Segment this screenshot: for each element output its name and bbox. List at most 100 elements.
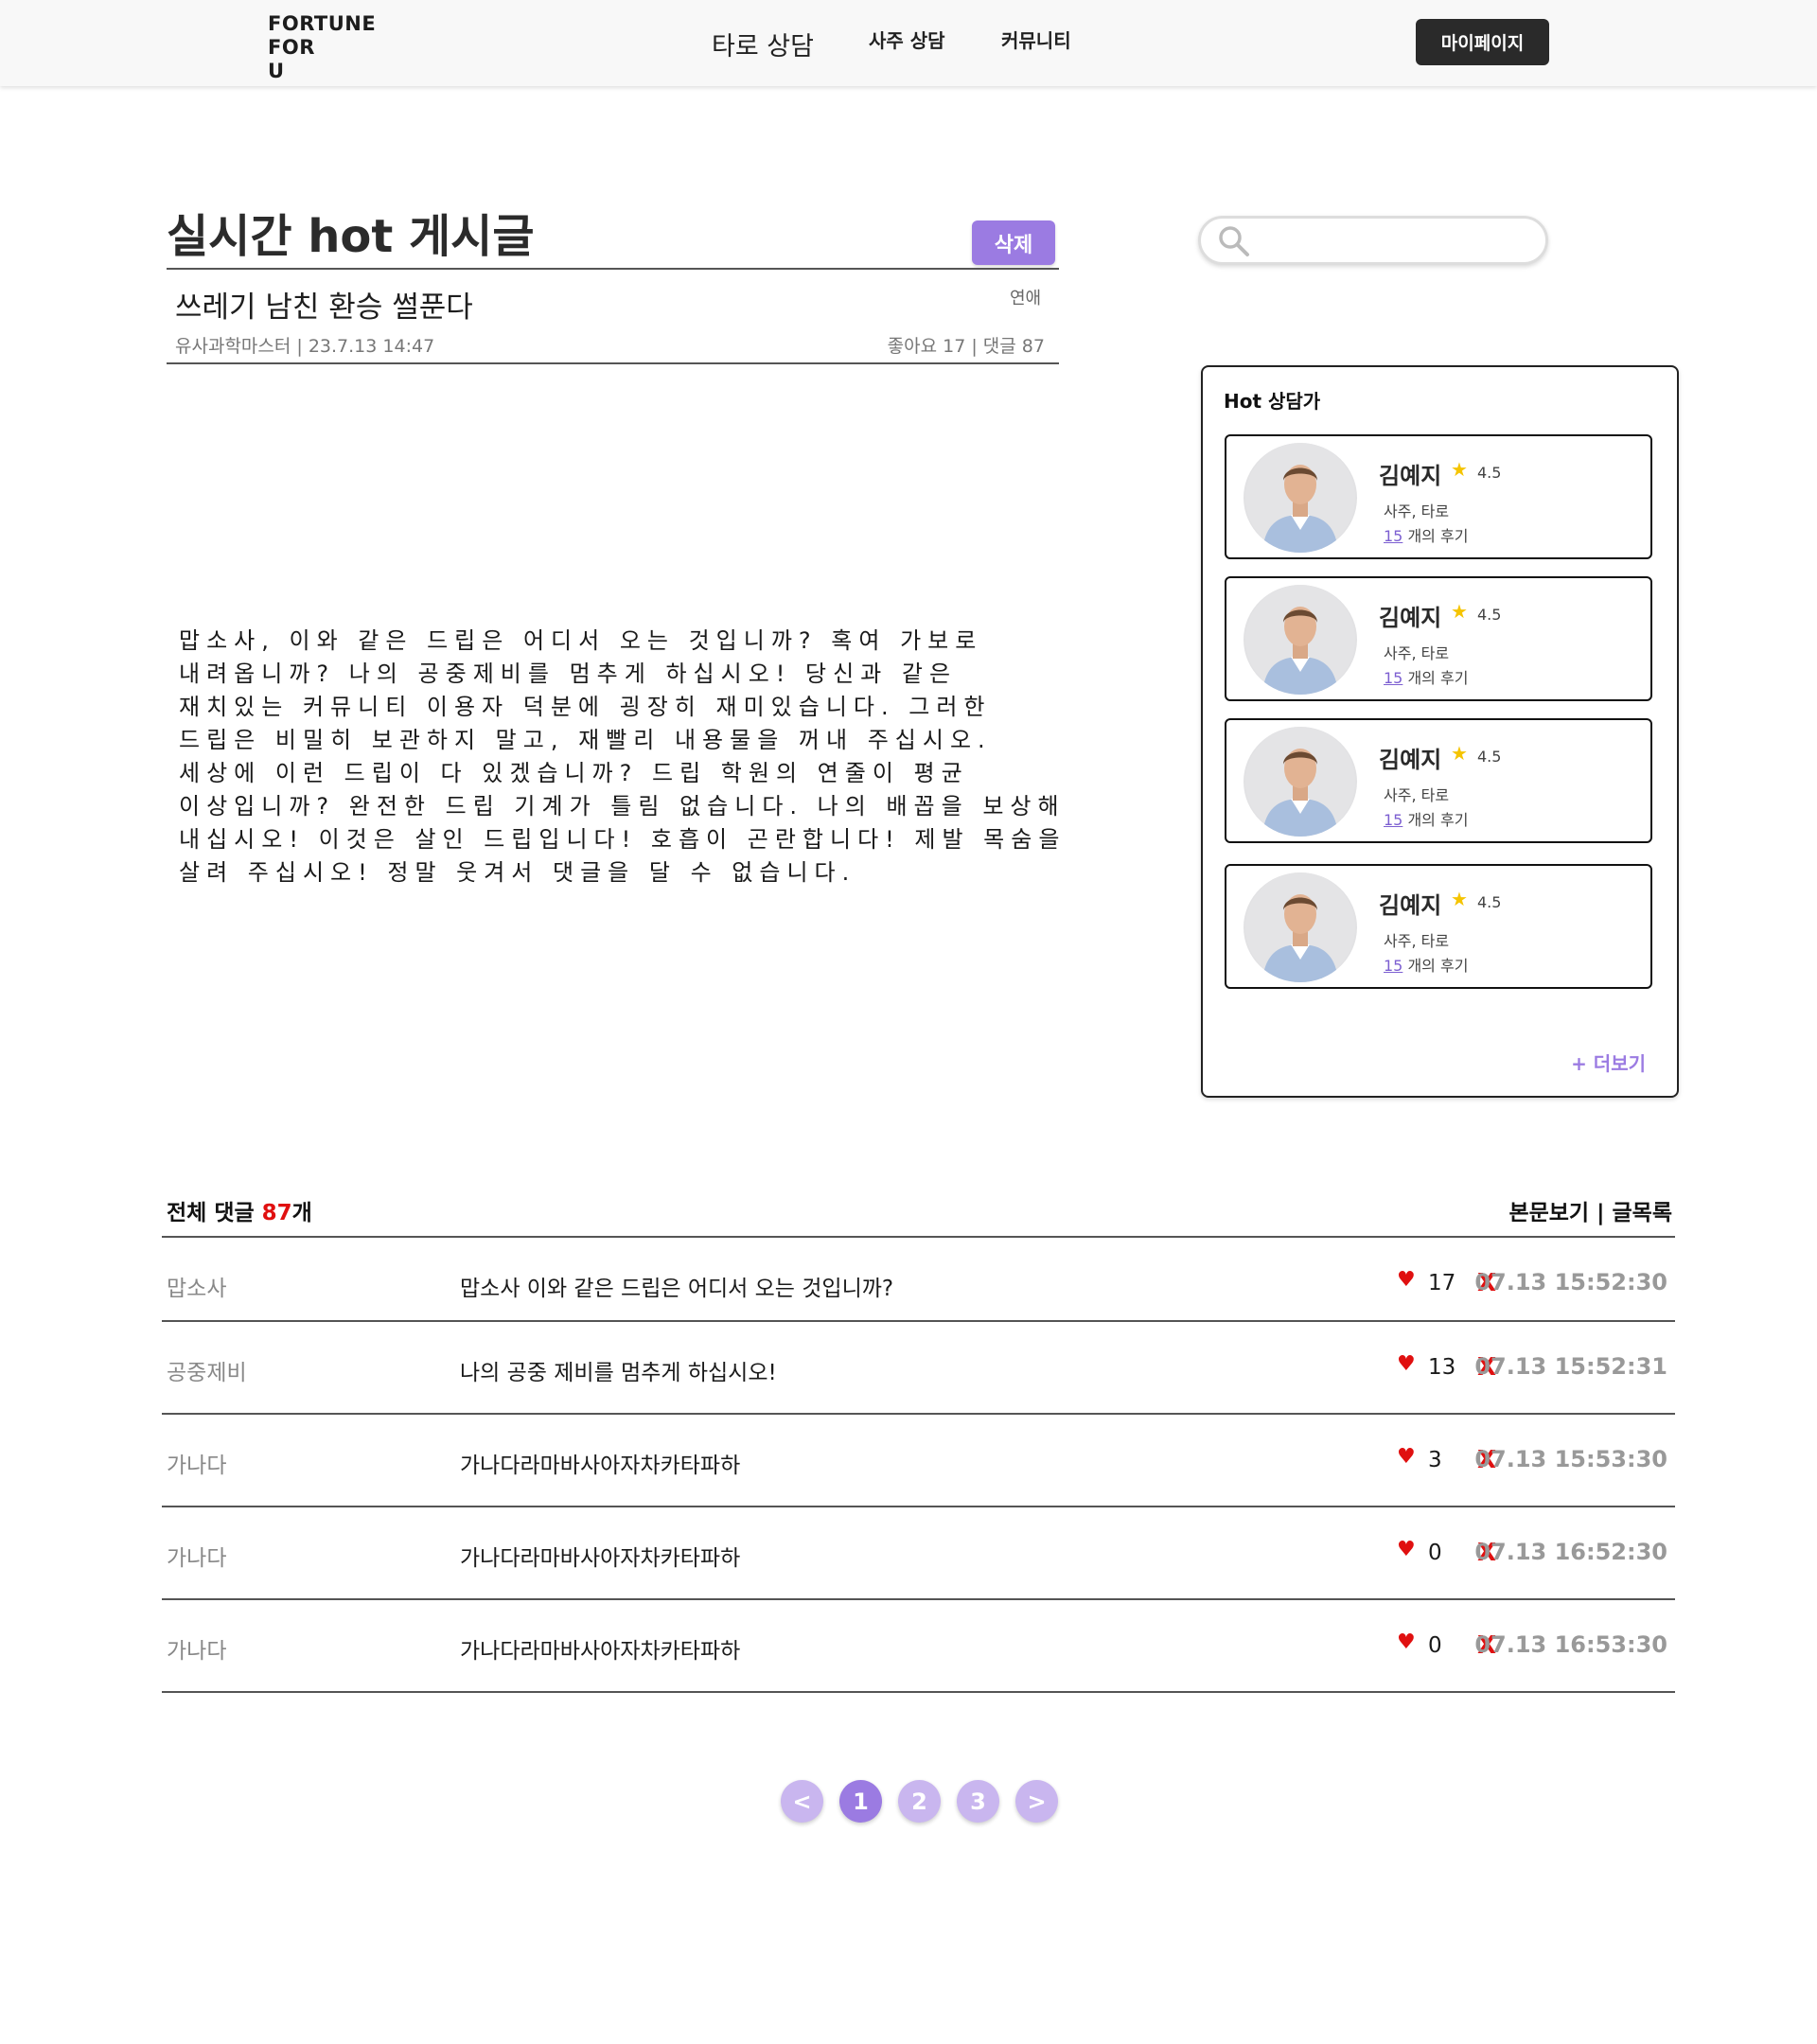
post-category: 연애 [1010,289,1042,308]
comment-text: 맙소사 이와 같은 드립은 어디서 오는 것입니까? [460,1277,894,1301]
nav-saju-consult[interactable]: 사주 상담 [869,26,945,53]
counselor-name: 김예지 [1379,892,1442,919]
search-input[interactable] [1198,216,1548,265]
comment-time: 07.13 16:53:30 [1474,1631,1667,1658]
mypage-button[interactable]: 마이페이지 [1416,19,1549,65]
logo-line-2: FOR [268,36,315,59]
comment-time: 07.13 15:52:30 [1474,1269,1667,1295]
avatar [1244,443,1357,553]
site-logo[interactable]: FORTUNE FOR U [268,12,376,83]
post-author-date: 유사과학마스터 | 23.7.13 14:47 [175,336,435,357]
nav-tarot-consult[interactable]: 타로 상담 [712,26,814,62]
heart-icon[interactable]: ♥ [1397,1630,1416,1654]
counselor-tags: 사주, 타로 [1384,932,1450,950]
comment-row: 맙소사 맙소사 이와 같은 드립은 어디서 오는 것입니까? ♥ 17 X 07… [162,1238,1675,1329]
divider [167,268,1059,270]
prev-page-button[interactable]: < [781,1780,823,1823]
counselor-reviews[interactable]: 15 개의 후기 [1384,523,1468,546]
counselor-card[interactable]: 김예지 ★ 4.5 사주, 타로 15 개의 후기 [1225,434,1652,559]
review-suffix: 개의 후기 [1407,957,1469,975]
comment-text: 가나다라마바사아자차카타파하 [460,1546,741,1571]
divider [162,1691,1675,1693]
comments-header-suffix: 개 [291,1201,312,1225]
comment-likes: 13 [1428,1355,1456,1380]
counselor-card[interactable]: 김예지 ★ 4.5 사주, 타로 15 개의 후기 [1225,718,1652,843]
star-icon: ★ [1451,888,1468,910]
post-stats: 좋아요 17 | 댓글 87 [887,336,1045,357]
counselor-reviews[interactable]: 15 개의 후기 [1384,953,1468,976]
search-icon [1219,226,1249,256]
star-icon: ★ [1451,458,1468,481]
counselor-rating: 4.5 [1477,464,1502,482]
comment-author: 공중제비 [167,1361,247,1385]
comment-likes: 17 [1428,1271,1456,1295]
comment-time: 07.13 15:53:30 [1474,1446,1667,1472]
review-count[interactable]: 15 [1384,527,1402,545]
hot-panel-title: Hot 상담가 [1224,390,1321,413]
avatar [1244,872,1357,982]
comment-row: 가나다 가나다라마바사아자차카타파하 ♥ 0 X 07.13 16:52:30 [162,1507,1675,1598]
review-count[interactable]: 15 [1384,957,1402,975]
post-title: 쓰레기 남친 환승 썰푼다 [175,291,473,325]
page-button-1[interactable]: 1 [839,1780,882,1823]
comment-text: 가나다라마바사아자차카타파하 [460,1454,741,1478]
comment-author: 가나다 [167,1639,227,1664]
counselor-tags: 사주, 타로 [1384,502,1450,520]
review-suffix: 개의 후기 [1407,527,1469,545]
view-links[interactable]: 본문보기 | 글목록 [1508,1194,1672,1226]
counselor-reviews[interactable]: 15 개의 후기 [1384,665,1468,688]
comment-author: 맙소사 [167,1277,227,1301]
page-button-2[interactable]: 2 [898,1780,941,1823]
counselor-reviews[interactable]: 15 개의 후기 [1384,807,1468,830]
counselor-name: 김예지 [1379,747,1442,773]
counselor-rating: 4.5 [1477,893,1502,911]
comment-row: 가나다 가나다라마바사아자차카타파하 ♥ 3 X 07.13 15:53:30 [162,1415,1675,1506]
counselor-card[interactable]: 김예지 ★ 4.5 사주, 타로 15 개의 후기 [1225,864,1652,989]
comment-author: 가나다 [167,1546,227,1571]
nav-community[interactable]: 커뮤니티 [1001,26,1071,53]
review-suffix: 개의 후기 [1407,669,1469,687]
counselor-name: 김예지 [1379,605,1442,631]
comments-header-prefix: 전체 댓글 [167,1201,262,1225]
review-count[interactable]: 15 [1384,669,1402,687]
star-icon: ★ [1451,600,1468,623]
counselor-rating: 4.5 [1477,748,1502,766]
comment-likes: 0 [1428,1633,1442,1658]
counselor-tags: 사주, 타로 [1384,644,1450,662]
counselor-rating: 4.5 [1477,606,1502,624]
hot-counselors-panel: Hot 상담가 김예지 ★ 4.5 사주, 타로 15 개의 후기 김예지 ★ … [1201,365,1679,1098]
avatar [1244,585,1357,695]
heart-icon[interactable]: ♥ [1397,1352,1416,1376]
page-button-3[interactable]: 3 [957,1780,999,1823]
comment-author: 가나다 [167,1454,227,1478]
comment-count: 87 [261,1201,292,1225]
review-count[interactable]: 15 [1384,811,1402,829]
comment-time: 07.13 15:52:31 [1474,1353,1667,1380]
delete-post-button[interactable]: 삭제 [972,220,1055,265]
divider [167,362,1059,364]
heart-icon[interactable]: ♥ [1397,1445,1416,1469]
comment-likes: 3 [1428,1448,1442,1472]
comment-likes: 0 [1428,1541,1442,1565]
heart-icon[interactable]: ♥ [1397,1538,1416,1561]
post-body: 맙소사, 이와 같은 드립은 어디서 오는 것입니까? 혹여 가보로 내려옵니까… [179,627,1067,886]
comment-text: 가나다라마바사아자차카타파하 [460,1639,741,1664]
heart-icon[interactable]: ♥ [1397,1268,1416,1292]
logo-line-1: FORTUNE [268,12,377,35]
more-counselors-link[interactable]: + 더보기 [1571,1048,1646,1076]
avatar [1244,727,1357,837]
comment-row: 공중제비 나의 공중 제비를 멈추게 하십시오! ♥ 13 X 07.13 15… [162,1322,1675,1413]
star-icon: ★ [1451,742,1468,765]
top-navbar: FORTUNE FOR U 타로 상담 사주 상담 커뮤니티 마이페이지 [0,0,1817,86]
logo-line-3: U [268,60,285,82]
counselor-name: 김예지 [1379,463,1442,489]
comment-row: 가나다 가나다라마바사아자차카타파하 ♥ 0 X 07.13 16:53:30 [162,1600,1675,1691]
counselor-card[interactable]: 김예지 ★ 4.5 사주, 타로 15 개의 후기 [1225,576,1652,701]
page-title: 실시간 hot 게시글 [167,210,535,263]
next-page-button[interactable]: > [1015,1780,1058,1823]
comment-text: 나의 공중 제비를 멈추게 하십시오! [460,1361,777,1385]
review-suffix: 개의 후기 [1407,811,1469,829]
counselor-tags: 사주, 타로 [1384,786,1450,804]
comments-header: 전체 댓글 87개 [167,1194,312,1226]
comment-time: 07.13 16:52:30 [1474,1539,1667,1565]
